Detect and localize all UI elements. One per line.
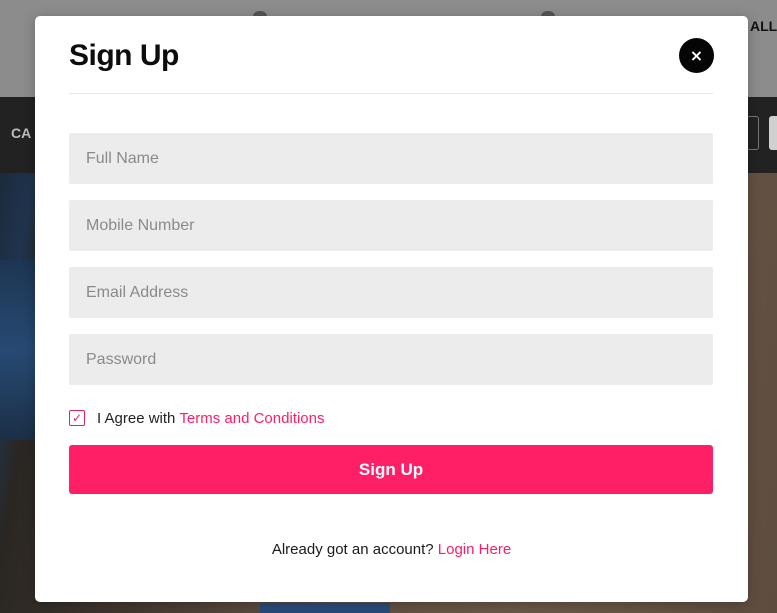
background-nav-box <box>769 116 777 150</box>
background-header-text: ALL <box>750 18 777 34</box>
modal-title: Sign Up <box>69 39 179 72</box>
password-input[interactable] <box>69 334 713 385</box>
signup-modal: Sign Up × ✓ I Agree with Terms and Condi… <box>35 16 748 602</box>
terms-link[interactable]: Terms and Conditions <box>179 410 324 427</box>
full-name-input[interactable] <box>69 133 713 184</box>
close-button[interactable]: × <box>679 38 714 73</box>
email-address-input[interactable] <box>69 267 713 318</box>
background-hero-detail <box>260 603 390 613</box>
signup-button[interactable]: Sign Up <box>69 445 713 494</box>
background-hero-detail <box>0 260 36 440</box>
login-link[interactable]: Login Here <box>438 541 511 558</box>
terms-agreement: ✓ I Agree with Terms and Conditions <box>69 409 324 427</box>
login-prompt: Already got an account? Login Here <box>35 541 748 558</box>
login-prompt-text: Already got an account? <box>271 541 434 558</box>
terms-checkbox[interactable]: ✓ <box>69 410 85 426</box>
terms-label: I Agree with <box>97 409 176 427</box>
header-divider <box>69 93 713 94</box>
mobile-number-input[interactable] <box>69 200 713 251</box>
background-nav-text: CA <box>11 125 32 141</box>
